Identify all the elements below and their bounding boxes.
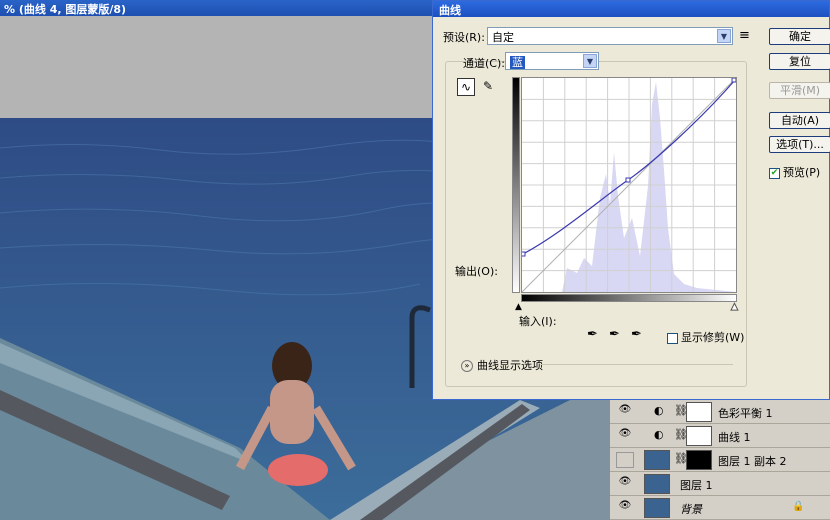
curve-display-options-toggle[interactable]: » 曲线显示选项 <box>461 357 543 373</box>
auto-button[interactable]: 自动(A) <box>769 112 830 129</box>
black-point-eyedropper-icon[interactable]: ✒ <box>587 327 598 342</box>
curve-point[interactable] <box>520 251 526 257</box>
layer-name: 曲线 1 <box>718 431 751 444</box>
canvas-background <box>0 16 432 118</box>
eye-icon[interactable]: 👁 <box>616 428 634 444</box>
layer-mask-thumbnail <box>686 426 712 446</box>
preset-value: 自定 <box>492 31 514 44</box>
layer-thumbnail <box>644 474 670 494</box>
output-gradient-bar <box>512 77 520 293</box>
lock-icon: 🔒 <box>792 501 805 512</box>
output-label: 输出(O): <box>455 265 498 278</box>
layer-name: 色彩平衡 1 <box>718 407 773 420</box>
layers-panel: 👁 ◐ ⛓ 色彩平衡 1 👁 ◐ ⛓ 曲线 1 ⛓ 图层 1 副本 2 👁 图层… <box>610 400 830 520</box>
layer-mask-thumbnail <box>686 402 712 422</box>
eye-icon-hidden[interactable] <box>616 452 634 468</box>
show-clipping-label: 显示修剪(W) <box>681 331 745 344</box>
histogram <box>562 82 736 292</box>
document-title: % (曲线 4, 图层蒙版/8) <box>4 3 127 16</box>
eye-icon[interactable]: 👁 <box>616 476 634 492</box>
dialog-title: 曲线 <box>439 4 461 17</box>
divider <box>541 364 733 365</box>
white-slider-icon[interactable]: ▲ <box>731 302 739 313</box>
input-gradient-bar <box>521 294 737 302</box>
preset-label: 预设(R): <box>443 31 485 44</box>
layer-name: 背景 <box>680 503 702 516</box>
channel-label: 通道(C): <box>463 57 505 70</box>
adjustment-icon: ◐ <box>654 428 664 441</box>
eye-icon[interactable]: 👁 <box>616 404 634 420</box>
layer-thumbnail <box>644 450 670 470</box>
preset-select[interactable]: 自定 ▼ <box>487 27 733 45</box>
layer-row[interactable]: 👁 图层 1 <box>610 472 830 496</box>
preset-menu-icon[interactable]: ≡ <box>739 28 750 43</box>
channel-select[interactable]: 蓝 ▼ <box>505 52 599 70</box>
curve-point-tool-icon[interactable]: ∿ <box>457 78 475 96</box>
expand-icon: » <box>461 360 473 372</box>
document-title-bar: % (曲线 4, 图层蒙版/8) <box>0 0 432 16</box>
curve-svg <box>520 77 737 293</box>
show-clipping-checkbox[interactable]: 显示修剪(W) <box>667 329 744 345</box>
layer-name: 图层 1 <box>680 479 713 492</box>
layer-thumbnail <box>644 498 670 518</box>
layer-name: 图层 1 副本 2 <box>718 455 787 468</box>
layer-mask-thumbnail <box>686 450 712 470</box>
channel-value: 蓝 <box>510 56 525 69</box>
checkmark-icon: ✔ <box>769 167 780 179</box>
options-button[interactable]: 选项(T)... <box>769 136 830 153</box>
layer-row[interactable]: 👁 ◐ ⛓ 色彩平衡 1 <box>610 400 830 424</box>
curve-graph[interactable] <box>520 77 737 293</box>
adjustment-icon: ◐ <box>654 404 664 417</box>
eye-icon[interactable]: 👁 <box>616 500 634 516</box>
smooth-button[interactable]: 平滑(M) <box>769 82 830 99</box>
chevron-down-icon: ▼ <box>717 29 731 43</box>
preview-checkbox[interactable]: ✔ 预览(P) <box>769 164 820 180</box>
white-point-eyedropper-icon[interactable]: ✒ <box>631 327 642 342</box>
curve-point[interactable] <box>731 77 737 83</box>
input-label: 输入(I): <box>519 315 557 328</box>
pencil-icon[interactable]: ✎ <box>479 78 497 96</box>
chevron-down-icon: ▼ <box>583 54 597 68</box>
curve-display-label: 曲线显示选项 <box>477 359 543 372</box>
layer-row[interactable]: 👁 ◐ ⛓ 曲线 1 <box>610 424 830 448</box>
gray-point-eyedropper-icon[interactable]: ✒ <box>609 327 620 342</box>
black-slider-icon[interactable]: ▲ <box>515 302 522 312</box>
layer-row[interactable]: ⛓ 图层 1 副本 2 <box>610 448 830 472</box>
dialog-title-bar[interactable]: 曲线 <box>433 1 829 17</box>
reset-button[interactable]: 复位 <box>769 53 830 70</box>
ok-button[interactable]: 确定 <box>769 28 830 45</box>
checkbox-box <box>667 332 678 344</box>
curve-point[interactable] <box>625 177 631 183</box>
layer-row[interactable]: 👁 背景 🔒 <box>610 496 830 520</box>
preview-label: 预览(P) <box>783 166 821 179</box>
